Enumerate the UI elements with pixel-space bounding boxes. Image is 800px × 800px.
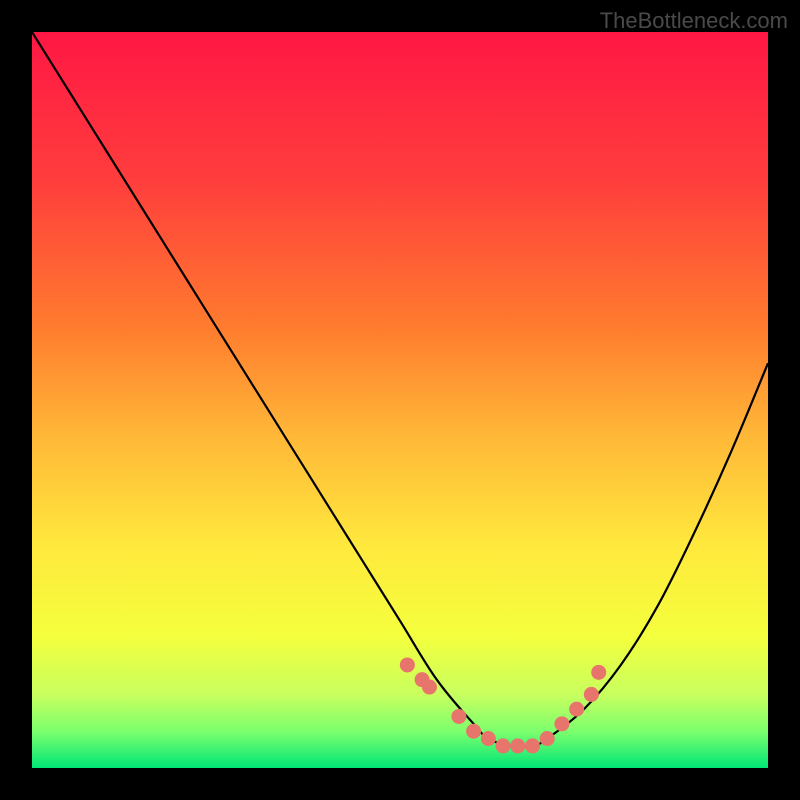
data-dot <box>510 738 525 753</box>
chart-area <box>32 32 768 768</box>
data-dot <box>554 716 569 731</box>
data-dot <box>466 724 481 739</box>
data-dot <box>584 687 599 702</box>
data-dot <box>451 709 466 724</box>
data-dot <box>400 657 415 672</box>
highlighted-dots <box>32 32 768 768</box>
data-dot <box>591 665 606 680</box>
data-dot <box>525 738 540 753</box>
data-dot <box>496 738 511 753</box>
watermark-text: TheBottleneck.com <box>600 8 788 34</box>
data-dot <box>540 731 555 746</box>
data-dot <box>481 731 496 746</box>
data-dot <box>569 702 584 717</box>
data-dot <box>422 680 437 695</box>
